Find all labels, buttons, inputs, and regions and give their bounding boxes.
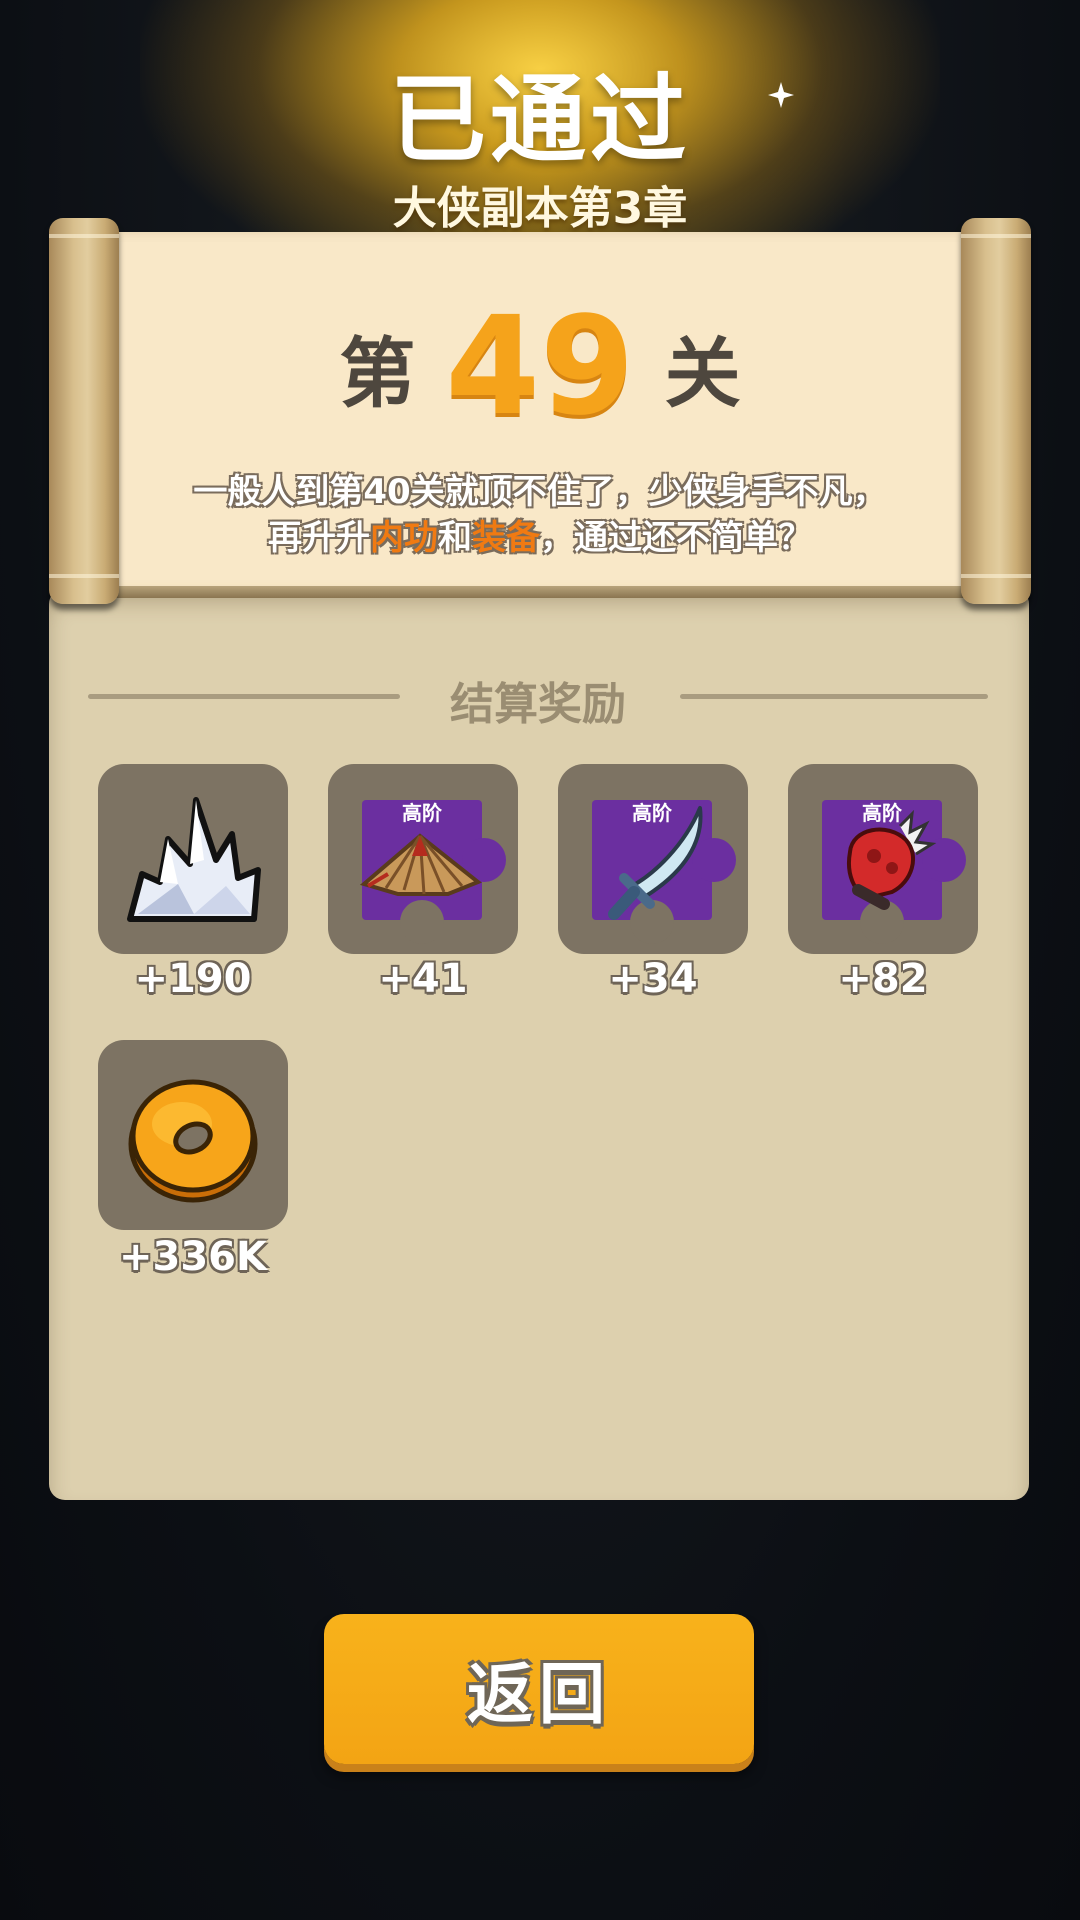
chapter-subtitle: 大侠副本第3章 <box>392 183 688 234</box>
desc-highlight-inner-power: 内功 <box>370 518 438 558</box>
desc-text: 再升升 <box>268 518 370 558</box>
desc-text: ，通过还不简单？ <box>540 518 812 558</box>
reward-tile-crystal[interactable] <box>98 764 288 954</box>
level-number: 49 <box>445 288 635 446</box>
rewards-section-title: 结算奖励 <box>450 679 626 730</box>
reward-tile-gauntlet[interactable]: 高阶 <box>788 764 978 954</box>
level-indicator: 第 49 关 <box>0 288 1080 446</box>
gold-coin-icon <box>128 1079 258 1203</box>
tier-label: 高阶 <box>862 801 903 825</box>
desc-highlight-equipment: 装备 <box>472 518 540 558</box>
desc-text: 和 <box>438 518 472 558</box>
reward-amount: +190 <box>134 956 252 1002</box>
level-suffix: 关 <box>664 329 741 418</box>
straw-hat-icon: 高阶 <box>359 800 506 944</box>
cleared-title: 已通过 <box>390 64 690 176</box>
reward-amount: +82 <box>838 956 928 1002</box>
reward-tile-straw-hat[interactable]: 高阶 <box>328 764 518 954</box>
tier-label: 高阶 <box>402 801 443 825</box>
crystal-icon <box>127 797 261 922</box>
back-button[interactable]: 返回 <box>324 1614 754 1764</box>
gauntlet-icon: 高阶 <box>822 800 966 944</box>
reward-tile-saber[interactable]: 高阶 <box>558 764 748 954</box>
scroll-edge <box>90 586 990 598</box>
reward-amount: +41 <box>378 956 468 1002</box>
back-button-label: 返回 <box>467 1656 611 1733</box>
reward-amount: +34 <box>608 956 698 1002</box>
tier-label: 高阶 <box>632 801 673 825</box>
saber-icon: 高阶 <box>592 800 736 944</box>
reward-amount: +336K <box>118 1234 267 1280</box>
level-description-line2: 再升升内功和装备，通过还不简单？ <box>110 510 970 559</box>
level-prefix: 第 <box>339 329 416 418</box>
level-description-line1: 一般人到第40关就顶不住了，少侠身手不凡， <box>193 472 887 512</box>
reward-tile-gold-coin[interactable] <box>98 1040 288 1230</box>
rewards-section-header: 结算奖励 <box>88 662 988 732</box>
